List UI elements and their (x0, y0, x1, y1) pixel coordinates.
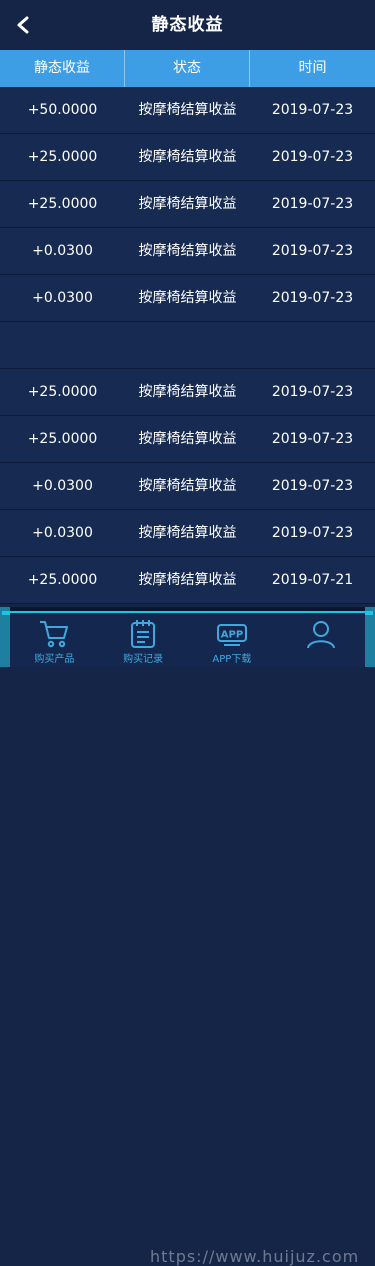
cell-status: 按摩椅结算收益 (138, 243, 237, 259)
nav-items: 购买产品 购买记录 APP APP下载 (10, 613, 365, 667)
column-header-status: 状态 (125, 50, 250, 87)
notebook-icon (131, 620, 156, 648)
cell-amount: +25.0000 (27, 149, 98, 165)
cart-icon (40, 621, 69, 648)
table-row: +0.0300 按摩椅结算收益 2019-07-23 (0, 463, 375, 510)
table-row: +25.0000 按摩椅结算收益 2019-07-23 (0, 369, 375, 416)
bottom-navigation: 购买产品 购买记录 APP APP下载 https://www.huijuz.c… (0, 607, 375, 1266)
cell-date: 2019-07-23 (271, 102, 354, 118)
nav-item-profile[interactable] (276, 613, 365, 667)
app-icon: APP (216, 624, 247, 646)
cell-status: 按摩椅结算收益 (138, 102, 237, 118)
cell-amount: +0.0300 (32, 525, 93, 541)
cell-status: 按摩椅结算收益 (138, 525, 237, 541)
table-row: +25.0000 按摩椅结算收益 2019-07-23 (0, 134, 375, 181)
user-icon (306, 621, 335, 649)
nav-label: 购买产品 (34, 654, 75, 665)
cell-amount: +25.0000 (27, 196, 98, 212)
cell-status: 按摩椅结算收益 (138, 149, 237, 165)
column-header-amount: 静态收益 (0, 50, 125, 87)
cell-date: 2019-07-21 (271, 572, 354, 588)
page-title: 静态收益 (151, 15, 224, 35)
table-row: +25.0000 按摩椅结算收益 2019-07-23 (0, 181, 375, 228)
cell-amount: +25.0000 (27, 384, 98, 400)
cell-amount: +0.0300 (32, 290, 93, 306)
svg-text:APP: APP (221, 630, 243, 641)
nav-item-purchase-records[interactable]: 购买记录 (99, 613, 188, 667)
nav-label: APP下载 (212, 654, 252, 665)
top-bar: 静态收益 (0, 0, 375, 50)
nav-item-buy-products[interactable]: 购买产品 (10, 613, 99, 667)
cell-date: 2019-07-23 (271, 525, 354, 541)
table-header: 静态收益 状态 时间 (0, 50, 375, 87)
cell-date: 2019-07-23 (271, 290, 354, 306)
table-row: +0.0300 按摩椅结算收益 2019-07-23 (0, 510, 375, 557)
cell-status: 按摩椅结算收益 (138, 384, 237, 400)
cell-amount: +50.0000 (27, 102, 98, 118)
table-row: +25.0000 按摩椅结算收益 2019-07-23 (0, 416, 375, 463)
cell-status: 按摩椅结算收益 (138, 196, 237, 212)
cell-amount: +0.0300 (32, 243, 93, 259)
earnings-table[interactable]: +50.0000 按摩椅结算收益 2019-07-23 +25.0000 按摩椅… (0, 87, 375, 607)
table-row-empty (0, 322, 375, 369)
cell-status: 按摩椅结算收益 (138, 478, 237, 494)
cell-date: 2019-07-23 (271, 384, 354, 400)
cell-status (125, 322, 250, 368)
cell-date (250, 322, 375, 368)
cell-status: 按摩椅结算收益 (138, 431, 237, 447)
cell-status: 按摩椅结算收益 (138, 572, 237, 588)
table-row: +0.0300 按摩椅结算收益 2019-07-23 (0, 275, 375, 322)
cell-date: 2019-07-23 (271, 149, 354, 165)
cell-date: 2019-07-23 (271, 196, 354, 212)
table-row: +50.0000 按摩椅结算收益 2019-07-23 (0, 87, 375, 134)
cell-date: 2019-07-23 (271, 478, 354, 494)
column-header-date: 时间 (298, 60, 327, 76)
cell-amount (0, 322, 125, 368)
nav-label: 购买记录 (123, 654, 164, 665)
cell-date: 2019-07-23 (271, 243, 354, 259)
cell-status: 按摩椅结算收益 (138, 290, 237, 306)
cell-amount: +0.0300 (32, 478, 93, 494)
table-row: +25.0000 按摩椅结算收益 2019-07-21 (0, 557, 375, 604)
cell-date: 2019-07-23 (271, 431, 354, 447)
nav-item-app-download[interactable]: APP APP下载 (188, 613, 277, 667)
table-row: +0.0300 按摩椅结算收益 2019-07-23 (0, 228, 375, 275)
cell-amount: +25.0000 (27, 431, 98, 447)
watermark: https://www.huijuz.com (150, 1247, 360, 1266)
cell-amount: +25.0000 (27, 572, 98, 588)
